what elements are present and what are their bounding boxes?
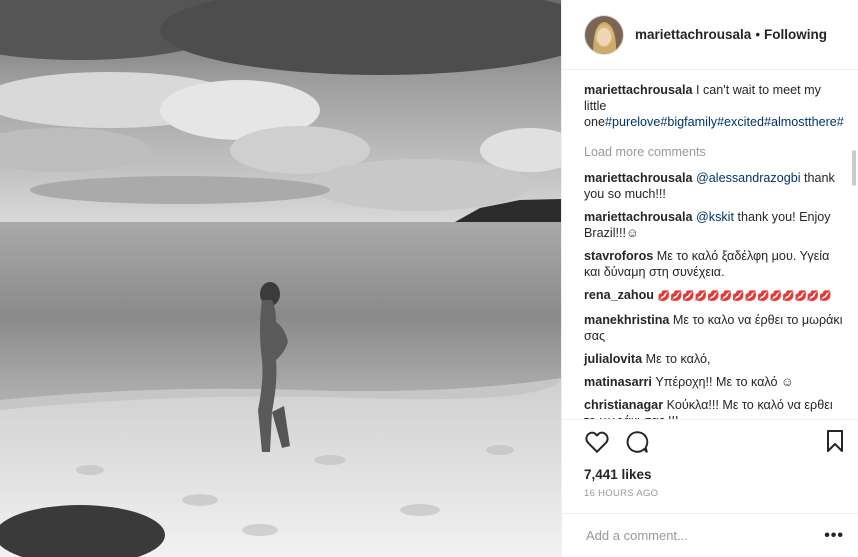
bookmark-icon[interactable]: [824, 429, 846, 453]
post-photo[interactable]: [0, 0, 561, 557]
comment-username[interactable]: rena_zahou: [584, 288, 654, 302]
comment-mention[interactable]: @alessandrazogbi: [696, 171, 801, 185]
add-comment-input[interactable]: [584, 527, 825, 544]
hashtag-link[interactable]: #bigfamily: [660, 115, 717, 129]
comment-username[interactable]: stavroforos: [584, 249, 653, 263]
post-sidebar: mariettachrousala • Following mariettachro…: [561, 0, 858, 557]
comment-item: stavroforos Με το καλό ξαδέλφη μου. Υγεί…: [584, 248, 844, 280]
separator-dot: •: [755, 27, 761, 42]
caption: mariettachrousala I can't wait to meet m…: [584, 82, 844, 130]
comment-username[interactable]: mariettachrousala: [584, 210, 693, 224]
more-options-button[interactable]: •••: [824, 527, 844, 545]
comment-item: christianagar Κούκλα!!! Με το καλό να ερ…: [584, 397, 844, 419]
action-bar: [562, 419, 858, 463]
avatar-image: [585, 15, 623, 54]
hashtag-link[interactable]: #almostthere: [764, 115, 837, 129]
comment-username[interactable]: mariettachrousala: [584, 171, 693, 185]
comment-item: mariettachrousala @alessandrazogbi thank…: [584, 170, 844, 202]
hashtag-link[interactable]: #excited: [717, 115, 764, 129]
hashtag-link[interactable]: #purelove: [605, 115, 660, 129]
post-timestamp[interactable]: 16 HOURS AGO: [562, 482, 858, 513]
comment-bubble-icon[interactable]: [624, 429, 650, 455]
beach-photo-image: [0, 0, 561, 557]
comment-text: Με το καλό,: [645, 352, 711, 366]
comment-item: matinasarri Υπέροχη!! Με το καλό ☺: [584, 374, 844, 390]
caption-username[interactable]: mariettachrousala: [584, 83, 693, 97]
like-count[interactable]: 7,441 likes: [562, 463, 858, 482]
avatar[interactable]: [584, 14, 624, 55]
hashtag-link[interactable]: #: [837, 115, 844, 129]
comment-username[interactable]: christianagar: [584, 398, 663, 412]
load-more-comments[interactable]: Load more comments: [584, 144, 844, 160]
comment-item: rena_zahou 💋💋💋💋💋💋💋💋💋💋💋💋💋💋: [584, 287, 844, 305]
instagram-post: mariettachrousala • Following mariettachro…: [0, 0, 858, 557]
comments-section: mariettachrousala I can't wait to meet m…: [562, 70, 858, 419]
comment-item: mariettachrousala @kskit thank you! Enjo…: [584, 209, 844, 241]
comment-username[interactable]: julialovita: [584, 352, 642, 366]
post-header: mariettachrousala • Following: [562, 0, 858, 70]
comment-item: manekhristina Με το καλο να έρθει το μωρ…: [584, 312, 844, 344]
comments-scrollbar[interactable]: [852, 150, 856, 186]
add-comment-bar: •••: [562, 513, 858, 557]
comment-text: 💋💋💋💋💋💋💋💋💋💋💋💋💋💋: [657, 291, 832, 302]
comment-text: Υπέροχη!! Με το καλό ☺: [655, 375, 794, 389]
comment-username[interactable]: matinasarri: [584, 375, 652, 389]
heart-icon[interactable]: [584, 429, 610, 455]
following-button[interactable]: Following: [764, 27, 827, 42]
comment-mention[interactable]: @kskit: [696, 210, 734, 224]
comment-item: julialovita Με το καλό,: [584, 351, 844, 367]
comment-username[interactable]: manekhristina: [584, 313, 669, 327]
header-username[interactable]: mariettachrousala: [635, 27, 751, 42]
